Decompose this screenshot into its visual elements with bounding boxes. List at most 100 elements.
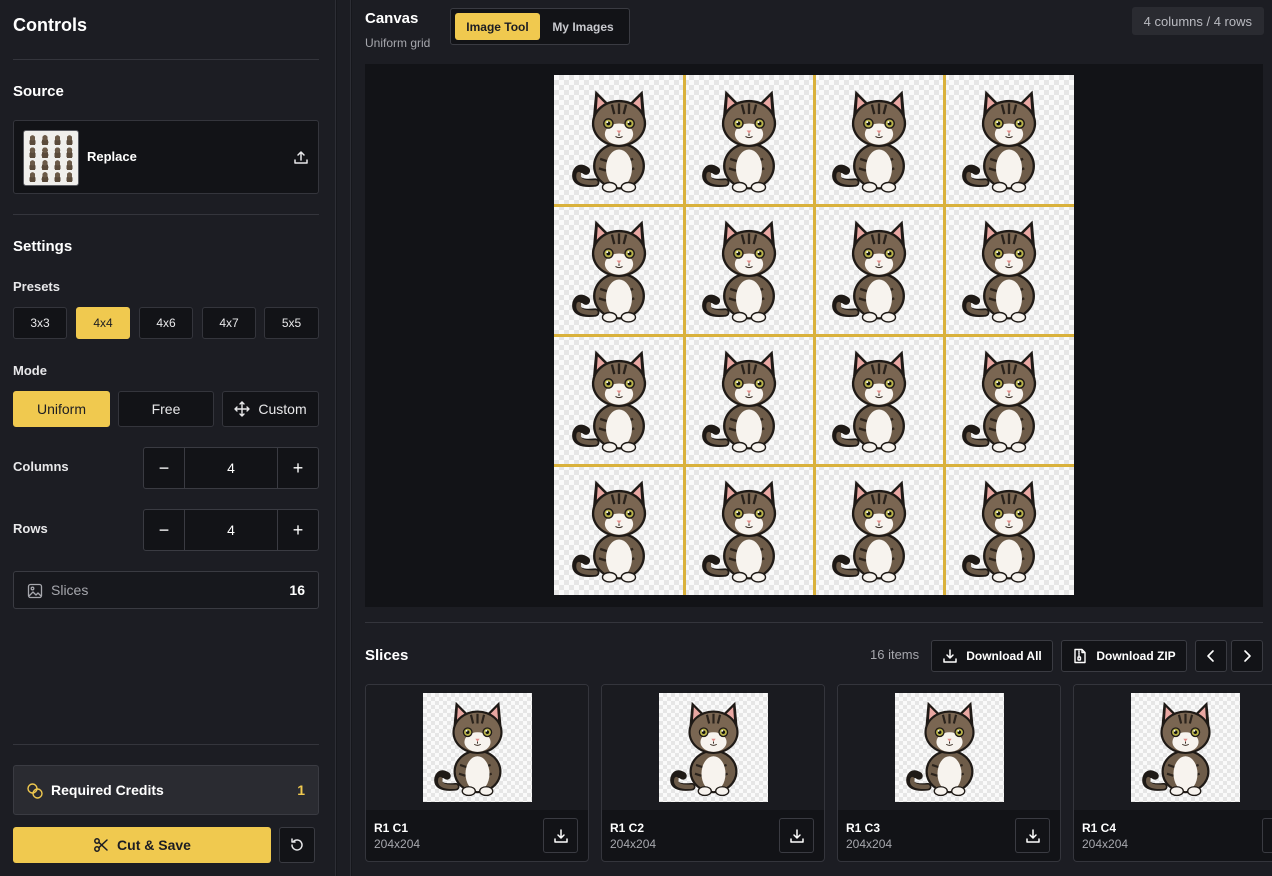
rows-stepper[interactable]: − 4 +: [143, 509, 319, 551]
rows-value[interactable]: 4: [185, 510, 277, 550]
slice-card[interactable]: R1 C1 204x204: [365, 684, 589, 862]
download-icon: [943, 649, 957, 663]
cat-sprite: [572, 350, 647, 453]
chevron-right-icon: [1244, 650, 1251, 662]
next-page-button[interactable]: [1231, 640, 1263, 672]
cat-sprite: [832, 480, 907, 583]
sprite-cell: [560, 471, 678, 589]
sprite-sheet[interactable]: [554, 75, 1074, 595]
cut-save-button[interactable]: Cut & Save: [13, 827, 271, 863]
slice-thumb-area: [1074, 685, 1272, 810]
source-heading: Source: [13, 83, 64, 100]
grid-row-line[interactable]: [554, 463, 1074, 467]
slices-label: Slices: [51, 582, 89, 598]
slice-thumbnail: [1131, 693, 1240, 802]
grid-row-line[interactable]: [554, 203, 1074, 207]
preset-4x4-button[interactable]: 4x4: [76, 307, 130, 339]
slice-name: R1 C3: [846, 821, 881, 835]
slice-name: R1 C4: [1082, 821, 1117, 835]
cut-save-label: Cut & Save: [117, 837, 191, 853]
sprite-cell: [820, 211, 938, 329]
prev-page-button[interactable]: [1195, 640, 1227, 672]
download-zip-button[interactable]: Download ZIP: [1061, 640, 1187, 672]
rows-label: Rows: [13, 521, 48, 536]
source-card[interactable]: Replace: [13, 120, 319, 194]
columns-increment-button[interactable]: +: [277, 448, 318, 488]
columns-label: Columns: [13, 459, 69, 474]
cat-sprite: [962, 90, 1037, 193]
preset-4x6-button[interactable]: 4x6: [139, 307, 193, 339]
canvas-stage: [365, 64, 1263, 607]
slice-thumb-area: [366, 685, 588, 810]
presets-label: Presets: [13, 279, 60, 294]
sprite-cell: [560, 211, 678, 329]
mode-custom-label: Custom: [258, 401, 307, 417]
slice-download-button[interactable]: [1262, 818, 1272, 853]
slice-card[interactable]: R1 C3 204x204: [837, 684, 1061, 862]
sprite-cell: [820, 81, 938, 199]
sprite-cell: [560, 81, 678, 199]
rows-decrement-button[interactable]: −: [144, 510, 185, 550]
mode-custom-button[interactable]: Custom: [222, 391, 319, 427]
rows-increment-button[interactable]: +: [277, 510, 318, 550]
slice-card[interactable]: R1 C4 204x204: [1073, 684, 1272, 862]
cat-sprite: [702, 220, 777, 323]
sprite-cell: [690, 211, 808, 329]
slice-size: 204x204: [374, 837, 421, 851]
refresh-icon: [291, 838, 303, 851]
preset-5x5-button[interactable]: 5x5: [264, 307, 319, 339]
slice-size: 204x204: [610, 837, 657, 851]
slice-card[interactable]: R1 C2 204x204: [601, 684, 825, 862]
grid-row-line[interactable]: [554, 333, 1074, 337]
cat-sprite: [670, 701, 739, 797]
view-tabs: Image Tool My Images: [450, 8, 630, 45]
columns-stepper[interactable]: − 4 +: [143, 447, 319, 489]
mode-uniform-button[interactable]: Uniform: [13, 391, 110, 427]
download-all-button[interactable]: Download All: [931, 640, 1053, 672]
download-all-label: Download All: [966, 649, 1042, 663]
sidebar-title: Controls: [13, 15, 87, 35]
cat-sprite: [832, 90, 907, 193]
sprite-cell: [690, 471, 808, 589]
tab-image-tool[interactable]: Image Tool: [455, 13, 540, 40]
sprite-cell: [950, 211, 1068, 329]
slice-download-button[interactable]: [543, 818, 578, 853]
cat-sprite: [832, 350, 907, 453]
replace-label[interactable]: Replace: [87, 149, 137, 164]
preset-3x3-button[interactable]: 3x3: [13, 307, 67, 339]
credits-value: 1: [297, 782, 305, 798]
credits-label: Required Credits: [51, 782, 164, 798]
download-icon: [789, 828, 804, 843]
sidebar-scrollbar[interactable]: [337, 0, 351, 876]
divider: [365, 622, 1263, 623]
sprite-cell: [820, 341, 938, 459]
canvas-title: Canvas: [365, 10, 419, 27]
cat-sprite: [434, 701, 503, 797]
download-icon: [1025, 828, 1040, 843]
upload-icon[interactable]: [293, 150, 309, 166]
divider: [13, 214, 319, 215]
move-arrows-icon: [234, 401, 251, 417]
scissors-icon: [94, 838, 108, 852]
slice-thumb-area: [602, 685, 824, 810]
cat-sprite: [962, 350, 1037, 453]
slices-count: 16: [289, 582, 305, 598]
columns-decrement-button[interactable]: −: [144, 448, 185, 488]
mode-label: Mode: [13, 363, 47, 378]
slice-thumbnail: [895, 693, 1004, 802]
sprite-cell: [950, 471, 1068, 589]
cat-sprite: [572, 90, 647, 193]
sprite-cell: [690, 81, 808, 199]
mode-free-button[interactable]: Free: [118, 391, 214, 427]
slice-download-button[interactable]: [779, 818, 814, 853]
slice-size: 204x204: [1082, 837, 1129, 851]
slice-download-button[interactable]: [1015, 818, 1050, 853]
sprite-cell: [950, 81, 1068, 199]
slices-title: Slices: [365, 647, 409, 664]
preset-4x7-button[interactable]: 4x7: [202, 307, 256, 339]
cat-sprite: [962, 220, 1037, 323]
reset-button[interactable]: [279, 827, 315, 863]
tab-my-images[interactable]: My Images: [542, 13, 624, 40]
cat-sprite: [572, 220, 647, 323]
columns-value[interactable]: 4: [185, 448, 277, 488]
